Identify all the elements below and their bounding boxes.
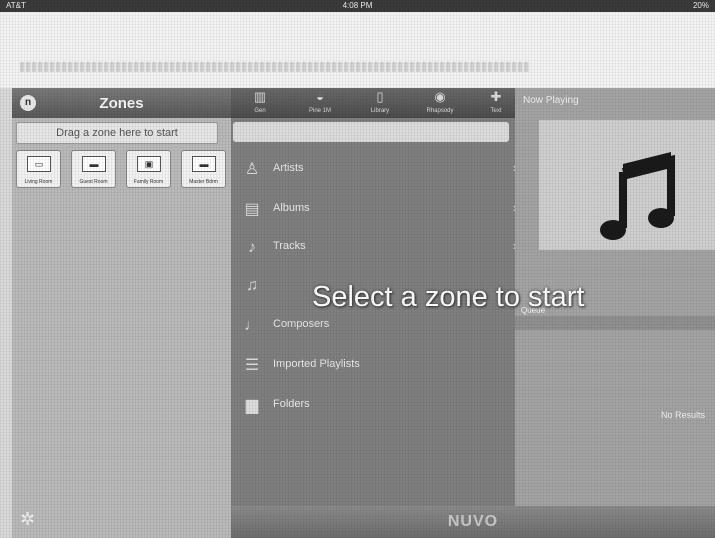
tab-label: Text	[490, 108, 502, 114]
tab-text[interactable]: ✚ Text	[471, 88, 521, 118]
library-item-tracks[interactable]: ♪ Tracks ›	[231, 230, 531, 266]
brand-logo: NUVO	[447, 513, 499, 530]
tab-gen[interactable]: ▥ Gen	[235, 88, 285, 118]
library-item-imported-playlists[interactable]: ☰ Imported Playlists	[231, 348, 531, 384]
zone-tile-master-bedroom[interactable]: ▬ Master Bdrm	[181, 150, 226, 188]
tab-label: Library	[370, 108, 390, 114]
no-results-label: No Results	[660, 410, 705, 420]
library-item-artists[interactable]: ♙ Artists ›	[231, 152, 531, 188]
zones-panel: n Zones Drag a zone here to start ▭ Livi…	[12, 88, 231, 538]
now-playing-title: Now Playing	[523, 95, 579, 106]
library-item-label: Composers	[273, 318, 330, 330]
queue-header-bar	[515, 316, 715, 330]
playlist-icon: ☰	[244, 357, 260, 374]
tab-label: Pine 1M	[308, 108, 331, 114]
drag-zone-target[interactable]: Drag a zone here to start	[16, 122, 218, 144]
zones-title: Zones	[99, 95, 144, 112]
library-item-label: Albums	[273, 202, 310, 214]
library-item-label: Imported Playlists	[273, 358, 360, 370]
zone-tile-label: Living Room	[24, 179, 53, 185]
bed-icon: ▬	[192, 156, 216, 172]
tab-radio[interactable]: ◒ Pine 1M	[295, 88, 345, 118]
grid-icon: ▥	[253, 89, 267, 104]
zone-tile-label: Master Bdrm	[189, 179, 218, 185]
plus-icon: ✚	[490, 89, 502, 104]
source-tab-bar: ▥ Gen ◒ Pine 1M ▯ Library ◉ Rhapsody ✚ T…	[231, 88, 531, 118]
status-bar: AT&T 4:08 PM 20%	[0, 0, 715, 12]
select-zone-message: Select a zone to start	[312, 281, 585, 313]
speaker-icon: ▭	[27, 156, 51, 172]
tab-label: Rhapsody	[426, 108, 454, 114]
library-item-albums[interactable]: ▤ Albums ›	[231, 192, 531, 228]
banner-blur-strip	[20, 62, 530, 72]
zone-tile-living-room[interactable]: ▭ Living Room	[16, 150, 61, 188]
library-item-folders[interactable]: ▆ Folders	[231, 388, 531, 424]
library-icon: ▯	[376, 89, 384, 104]
composer-icon: ♩	[244, 317, 260, 334]
zones-header: n Zones	[12, 88, 231, 118]
zone-tile-label: Family Room	[133, 179, 164, 185]
tab-label: Gen	[254, 108, 266, 114]
library-item-label: Tracks	[273, 240, 306, 252]
album-icon: ▤	[244, 201, 260, 218]
artist-icon: ♙	[244, 161, 260, 178]
music-note-icon: ♪	[248, 239, 256, 256]
zone-tile-guest-room[interactable]: ▬ Guest Room	[71, 150, 116, 188]
tv-icon: ▣	[137, 156, 161, 172]
album-art	[539, 120, 715, 250]
search-input[interactable]	[233, 122, 509, 142]
tab-library[interactable]: ▯ Library	[355, 88, 405, 118]
rhapsody-icon: ◉	[434, 89, 446, 104]
library-item-label: Folders	[273, 398, 310, 410]
app-window: n Zones Drag a zone here to start ▭ Livi…	[12, 88, 715, 538]
settings-gear-icon[interactable]: ✲	[20, 509, 35, 530]
radio-icon: ◒	[316, 89, 324, 104]
music-note-art-icon	[600, 152, 675, 240]
blurred-banner	[0, 12, 715, 88]
tab-rhapsody[interactable]: ◉ Rhapsody	[415, 88, 465, 118]
clock-label: 4:08 PM	[342, 1, 373, 10]
zone-tile-label: Guest Room	[79, 179, 108, 185]
genre-icon: ♫	[246, 277, 258, 294]
battery-label: 20%	[692, 1, 709, 10]
zone-tile-family-room[interactable]: ▣ Family Room	[126, 150, 171, 188]
folder-icon: ▆	[245, 397, 259, 414]
bottom-bar: NUVO	[231, 506, 715, 538]
bed-icon: ▬	[82, 156, 106, 172]
library-item-label: Artists	[273, 162, 304, 174]
